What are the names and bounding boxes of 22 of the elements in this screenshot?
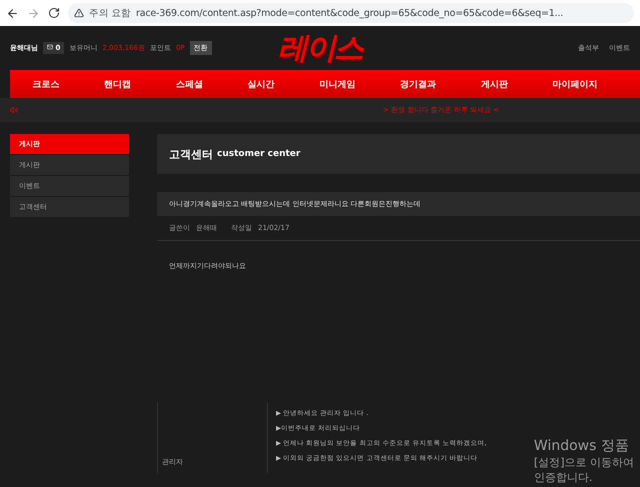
activation-notice: 인증합니다. (534, 470, 594, 485)
url-text: race-369.com/content.asp?mode=content&code_group=65&code_no=65&code=6&seq=1... (136, 8, 564, 18)
page-title: 고객센터 (169, 146, 213, 162)
nav-item[interactable]: 스페셜 (176, 78, 203, 90)
page-subtitle: customer center (217, 149, 300, 159)
nav-item[interactable]: 게시판 (480, 78, 508, 90)
nav-item[interactable]: 미니게임 (319, 78, 356, 90)
nav-item[interactable]: 핸디캡 (104, 78, 132, 90)
reload-icon[interactable] (48, 7, 60, 19)
activation-notice: [설정]으로 이동하여 (534, 455, 634, 470)
nav-item[interactable]: 실시간 (248, 78, 275, 90)
warning-icon (74, 8, 84, 18)
nav-item[interactable]: 마이페이지 (552, 78, 598, 90)
site-logo[interactable]: 레이스 (278, 28, 362, 68)
activation-notice: Windows 정품 (534, 437, 630, 455)
nav-item[interactable]: 경기결과 (400, 78, 436, 90)
address-bar[interactable]: 주의 요함 race-369.com/content.asp?mode=content&code_group=65&code_no=65&code=6&seq=1... (68, 3, 634, 23)
mail-icon (47, 44, 53, 50)
warning-label: 주의 요함 (89, 6, 132, 20)
speaker-icon (10, 106, 18, 114)
nav-item[interactable]: 크로스 (32, 78, 60, 90)
back-icon[interactable] (6, 6, 19, 20)
